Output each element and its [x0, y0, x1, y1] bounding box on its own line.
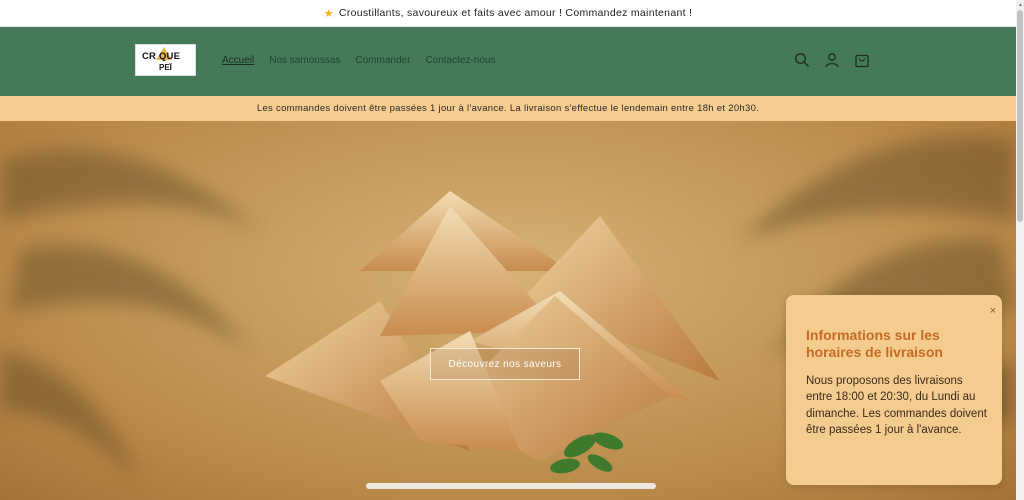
account-icon[interactable]: [824, 52, 840, 68]
header-icons: [794, 52, 870, 68]
delivery-info-popup: × Informations sur les horaires de livra…: [786, 295, 1002, 485]
samoussa-pile: [265, 191, 720, 461]
logo-line-2: PEÏ: [159, 63, 172, 72]
announcement-text: Croustillants, savoureux et faits avec a…: [338, 7, 693, 19]
nav-item-accueil[interactable]: Accueil: [222, 55, 254, 66]
delivery-notice-text: Les commandes doivent être passées 1 jou…: [256, 103, 760, 114]
announcement-bar: ★ Croustillants, savoureux et faits avec…: [0, 0, 1016, 27]
scrollbar-thumb[interactable]: [1017, 10, 1023, 222]
close-icon[interactable]: ×: [990, 305, 996, 317]
site-header: CR QUE PEÏ Accueil Nos samoussas Command…: [0, 27, 1016, 96]
discover-flavors-button[interactable]: Découvrez nos saveurs: [430, 348, 580, 380]
nav-item-nos-samoussas[interactable]: Nos samoussas: [269, 55, 340, 66]
star-icon: ★: [323, 7, 334, 20]
logo[interactable]: CR QUE PEÏ: [135, 44, 196, 76]
page-scrollbar[interactable]: ▲: [1016, 0, 1024, 500]
popup-body: Nous proposons des livraisons entre 18:0…: [806, 375, 987, 436]
logo-line-1: CR QUE: [142, 51, 181, 62]
nav-item-commander[interactable]: Commander: [355, 55, 410, 66]
search-icon[interactable]: [794, 52, 810, 68]
hero-slider-scrollbar[interactable]: [366, 483, 656, 489]
nav-item-contactez-nous[interactable]: Contactez-nous: [425, 55, 495, 66]
main-nav: Accueil Nos samoussas Commander Contacte…: [222, 55, 495, 66]
cart-icon[interactable]: [854, 52, 870, 68]
popup-title: Informations sur les horaires de livrais…: [806, 327, 943, 360]
delivery-notice: Les commandes doivent être passées 1 jou…: [0, 96, 1016, 121]
scroll-up-icon[interactable]: ▲: [1018, 2, 1023, 8]
